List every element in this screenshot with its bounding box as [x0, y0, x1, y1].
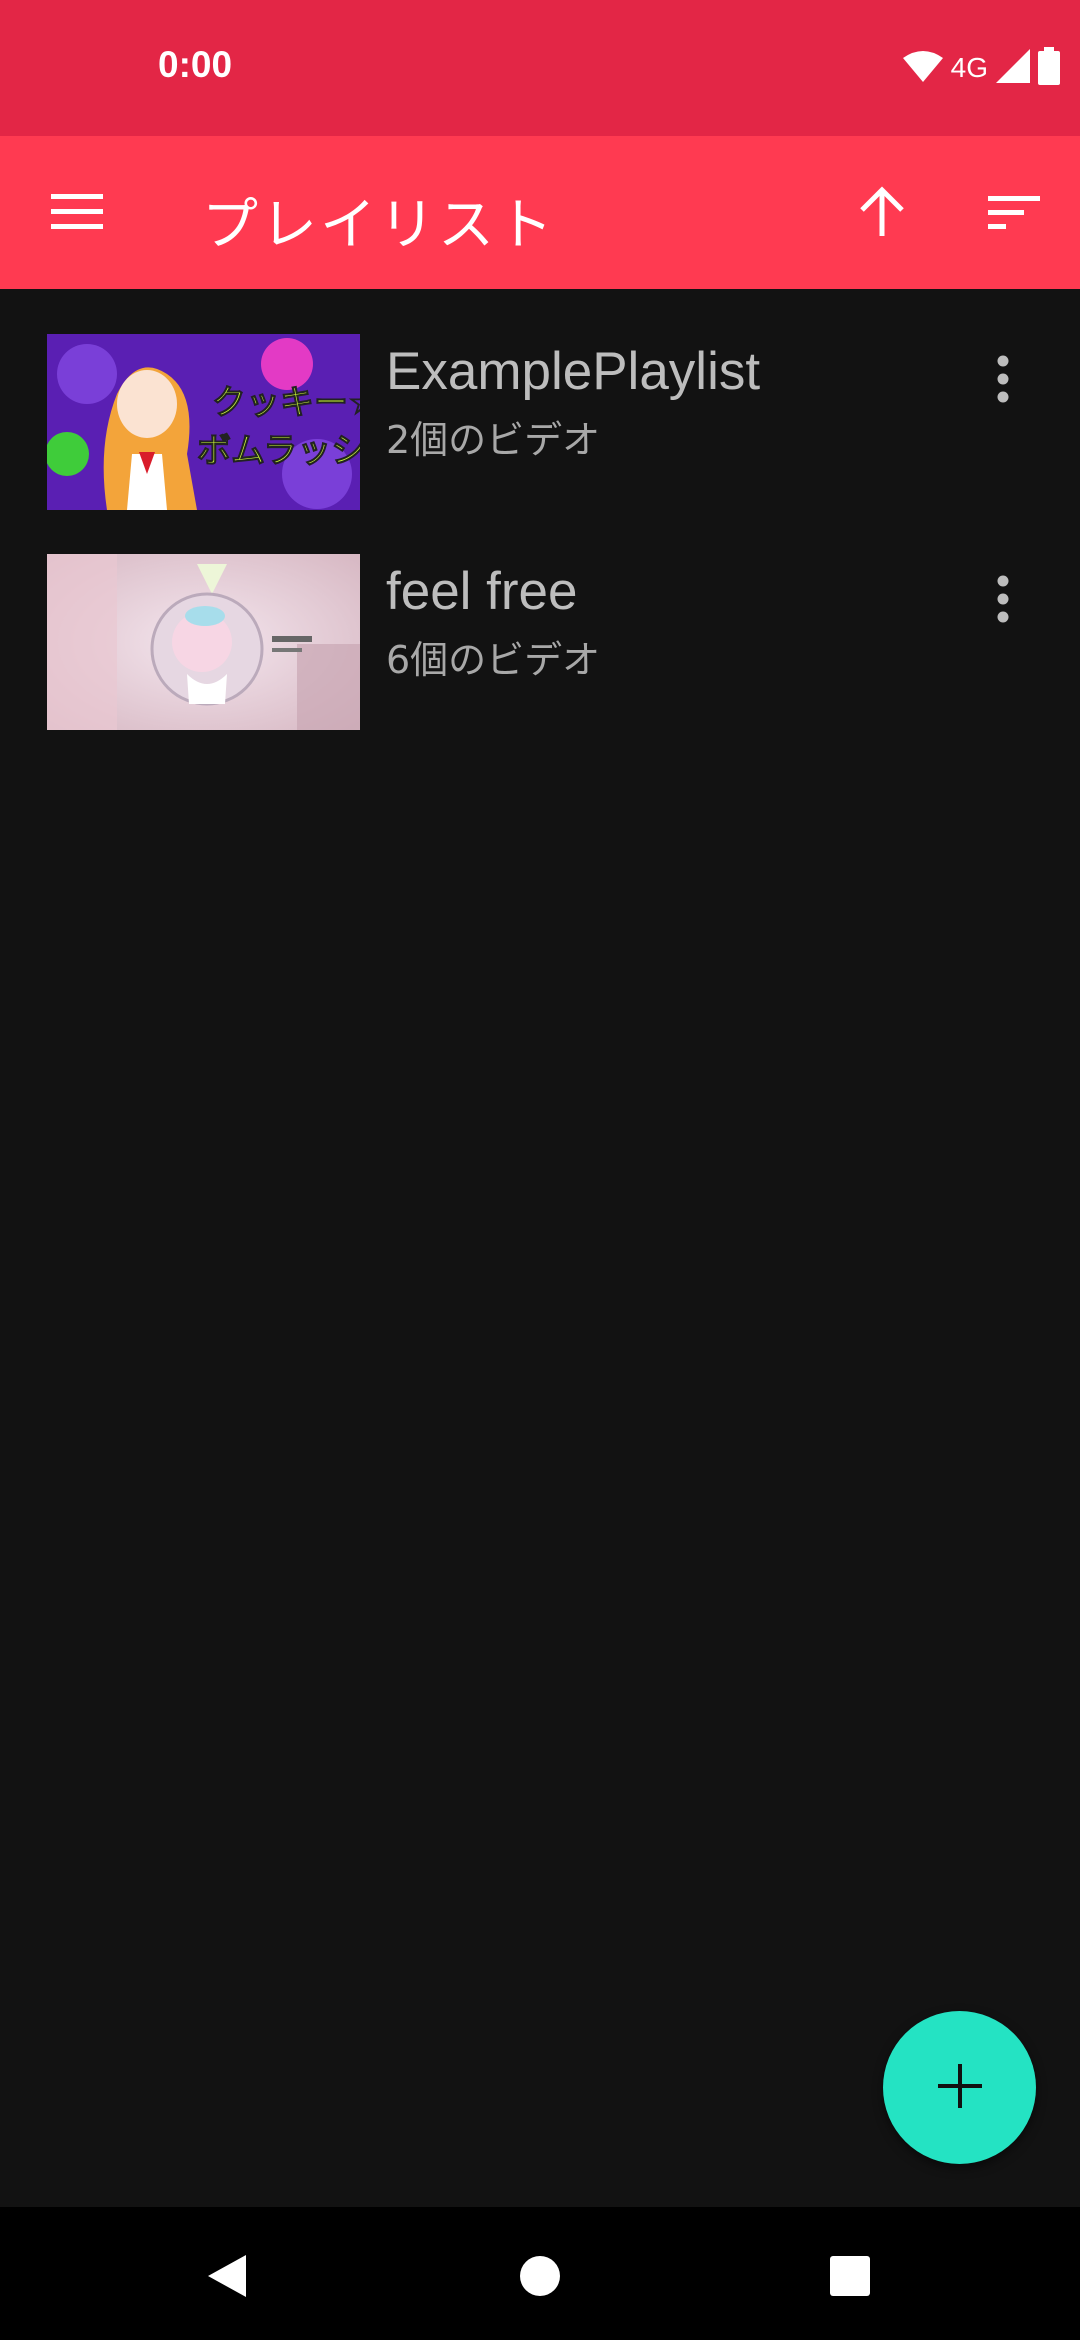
thumb-caption-line2: ボムラッシュ: [197, 431, 360, 471]
status-time: 0:00: [158, 44, 233, 85]
home-icon[interactable]: [495, 2231, 585, 2321]
add-playlist-button[interactable]: [883, 2011, 1036, 2164]
playlist-title: ExamplePlaylist: [386, 342, 761, 401]
status-icons: 4G: [902, 46, 1060, 90]
hamburger-menu-icon[interactable]: [39, 174, 115, 250]
plus-icon: [937, 2063, 982, 2112]
page-title: プレイリスト: [202, 193, 556, 258]
playlist-video-count: 2個のビデオ: [386, 418, 601, 462]
battery-icon: [1038, 47, 1060, 89]
sort-icon[interactable]: [976, 174, 1052, 250]
status-bar: 0:00 4G: [0, 0, 1080, 136]
system-nav-bar: [0, 2207, 1080, 2340]
wifi-icon: [902, 50, 943, 86]
back-icon[interactable]: [181, 2231, 271, 2321]
network-type-label: 4G: [950, 52, 988, 83]
arrow-up-icon[interactable]: [844, 174, 920, 250]
playlist-title: feel free: [386, 562, 578, 621]
playlist-item[interactable]: feel free 6個のビデオ: [0, 509, 1080, 730]
playlist-item[interactable]: クッキー☆ ボムラッシュ ExamplePlaylist 2個のビデオ: [0, 289, 1080, 510]
app-toolbar: プレイリスト: [0, 136, 1080, 289]
thumb-caption-line1: クッキー☆: [212, 383, 360, 423]
signal-icon: [996, 49, 1030, 87]
playlist-video-count: 6個のビデオ: [386, 638, 601, 682]
playlist-thumbnail: クッキー☆ ボムラッシュ: [47, 334, 360, 510]
recents-icon[interactable]: [805, 2231, 895, 2321]
more-options-icon[interactable]: [968, 339, 1038, 419]
playlist-thumbnail: [47, 554, 360, 730]
more-options-icon[interactable]: [968, 559, 1038, 639]
